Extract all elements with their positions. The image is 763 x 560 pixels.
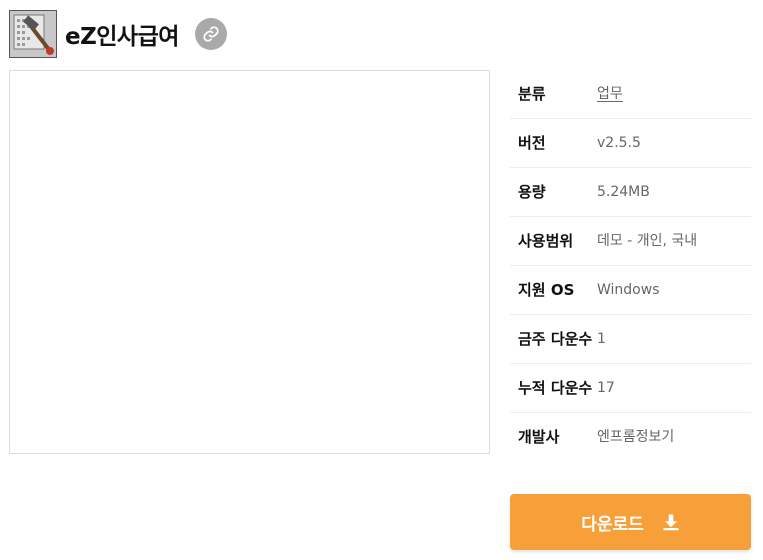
info-row-version: 버전 v2.5.5	[510, 119, 751, 168]
info-label: 용량	[518, 183, 546, 201]
app-header: eZ인사급여	[9, 9, 227, 59]
info-row-category: 분류 업무	[510, 70, 751, 119]
info-value: 5.24MB	[597, 184, 650, 200]
copy-link-button[interactable]	[194, 18, 227, 50]
info-row-os: 지원 OS Windows	[510, 266, 751, 315]
download-icon	[662, 513, 680, 531]
info-value: 17	[597, 380, 615, 396]
info-value: v2.5.5	[597, 135, 641, 151]
info-row-size: 용량 5.24MB	[510, 168, 751, 217]
info-label: 버전	[518, 134, 546, 152]
info-label: 사용범위	[518, 232, 574, 250]
info-label: 금주 다운수	[518, 330, 593, 348]
info-label: 개발사	[518, 428, 560, 446]
app-info-table: 분류 업무 버전 v2.5.5 용량 5.24MB 사용범위 데모 - 개인, …	[510, 70, 751, 461]
info-value: 1	[597, 331, 606, 347]
info-label: 누적 다운수	[518, 379, 593, 397]
download-label: 다운로드	[581, 514, 644, 535]
link-icon	[203, 26, 219, 42]
info-label: 분류	[518, 85, 546, 103]
info-row-weekly-downloads: 금주 다운수 1	[510, 315, 751, 364]
category-link[interactable]: 업무	[597, 83, 751, 106]
screenshot-preview	[9, 70, 490, 454]
info-label: 지원 OS	[518, 281, 575, 299]
info-row-total-downloads: 누적 다운수 17	[510, 364, 751, 413]
info-row-developer: 개발사 엔프롬정보기	[510, 413, 751, 461]
download-button[interactable]: 다운로드	[510, 494, 751, 550]
info-value: 데모 - 개인, 국내	[597, 233, 698, 249]
page-title: eZ인사급여	[65, 24, 179, 50]
info-value: 엔프롬정보기	[597, 429, 675, 445]
info-row-license: 사용범위 데모 - 개인, 국내	[510, 217, 751, 266]
info-value: Windows	[597, 282, 660, 298]
hammer-document-icon	[9, 10, 57, 58]
